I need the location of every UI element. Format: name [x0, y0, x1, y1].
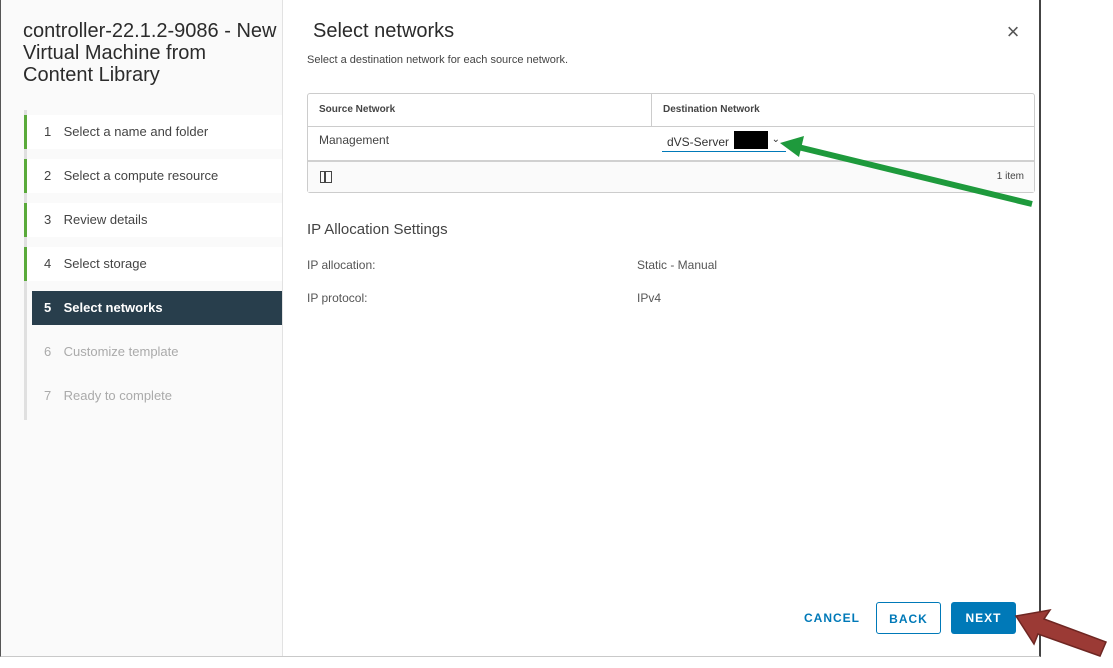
close-icon[interactable]: ×: [1003, 21, 1023, 43]
step-3[interactable]: 3 Review details: [24, 203, 282, 237]
ip-protocol-value: IPv4: [637, 291, 662, 305]
column-header-source[interactable]: Source Network: [308, 94, 395, 126]
wizard-dialog: controller-22.1.2-9086 - New Virtual Mac…: [0, 0, 1041, 657]
step-number: 3: [44, 212, 52, 227]
step-2[interactable]: 2 Select a compute resource: [24, 159, 282, 193]
column-header-destination[interactable]: Destination Network: [651, 94, 760, 126]
step-label: Select storage: [63, 256, 147, 271]
step-number: 5: [44, 300, 52, 315]
redaction-box: [734, 131, 768, 149]
grid-header: Source Network Destination Network: [308, 94, 1034, 127]
source-network-cell: Management: [319, 133, 390, 147]
wizard-title: controller-22.1.2-9086 - New Virtual Mac…: [23, 20, 277, 86]
chevron-down-icon[interactable]: ⌄: [772, 134, 780, 145]
destination-network-value: dVS-Server: [667, 135, 730, 149]
step-number: 4: [44, 256, 52, 271]
step-4[interactable]: 4 Select storage: [24, 247, 282, 281]
wizard-content: Select networks × Select a destination n…: [283, 0, 1039, 656]
ip-protocol-label: IP protocol:: [307, 291, 368, 305]
wizard-steps: 1 Select a name and folder 2 Select a co…: [24, 110, 285, 420]
step-number: 2: [44, 168, 52, 183]
back-button[interactable]: BACK: [876, 602, 941, 634]
ip-allocation-value: Static - Manual: [637, 258, 718, 272]
step-label: Review details: [63, 212, 148, 227]
table-row: Management dVS-Server ⌄: [308, 127, 1034, 159]
step-label: Select networks: [63, 300, 163, 315]
step-5[interactable]: 5 Select networks: [32, 291, 282, 325]
destination-network-select[interactable]: dVS-Server ⌄: [662, 131, 786, 152]
cancel-button[interactable]: CANCEL: [803, 602, 861, 634]
page-title: Select networks: [313, 20, 455, 42]
grid-footer: 1 item: [308, 160, 1034, 192]
step-number: 6: [44, 344, 52, 359]
step-6: 6 Customize template: [27, 335, 282, 369]
item-count: 1 item: [996, 171, 1024, 182]
step-1[interactable]: 1 Select a name and folder: [24, 115, 282, 149]
network-grid: Source Network Destination Network Manag…: [307, 93, 1035, 193]
page-subtitle: Select a destination network for each so…: [307, 54, 569, 66]
step-label: Ready to complete: [63, 388, 173, 403]
step-label: Select a compute resource: [63, 168, 219, 183]
column-toggle-icon[interactable]: [320, 171, 332, 183]
wizard-sidebar: controller-22.1.2-9086 - New Virtual Mac…: [1, 0, 283, 656]
step-7: 7 Ready to complete: [27, 379, 282, 413]
step-number: 7: [44, 388, 52, 403]
ip-allocation-title: IP Allocation Settings: [307, 221, 448, 238]
next-button[interactable]: NEXT: [951, 602, 1016, 634]
step-label: Select a name and folder: [63, 124, 209, 139]
step-number: 1: [44, 124, 52, 139]
step-label: Customize template: [63, 344, 179, 359]
ip-allocation-label: IP allocation:: [307, 258, 376, 272]
